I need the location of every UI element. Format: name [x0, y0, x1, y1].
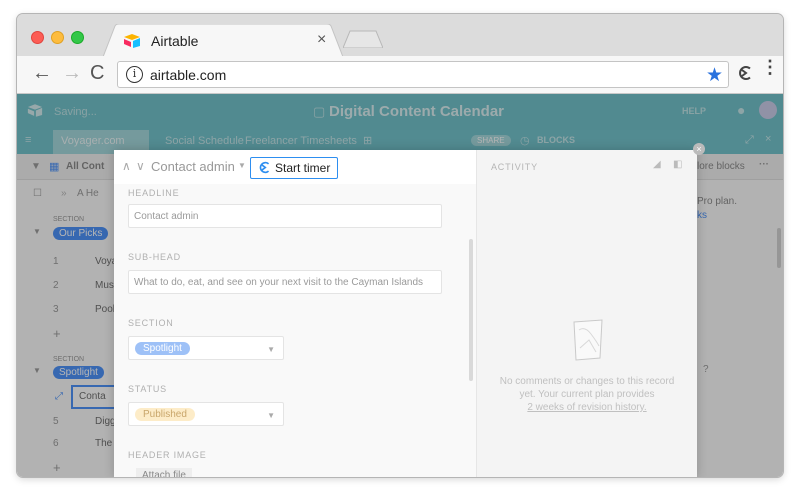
minimize-window-button[interactable]	[51, 31, 64, 44]
tab-close-icon[interactable]: ×	[317, 31, 326, 49]
start-timer-button[interactable]: Start timer	[250, 157, 338, 179]
subhead-label: SUB-HEAD	[128, 252, 181, 262]
new-tab-button[interactable]	[342, 30, 384, 53]
fields-scrollbar[interactable]	[469, 239, 473, 381]
close-window-button[interactable]	[31, 31, 44, 44]
panel-toggle-icon[interactable]: ◧	[673, 159, 682, 170]
status-select[interactable]: Published ▼	[128, 402, 284, 426]
bookmark-star-icon[interactable]: ★	[706, 64, 723, 87]
rss-icon[interactable]: ◢	[653, 159, 661, 170]
site-info-icon[interactable]: i	[126, 66, 143, 83]
activity-title: ACTIVITY	[491, 162, 538, 172]
section-label: SECTION	[128, 318, 174, 328]
empty-line-2: yet. Your current plan provides	[519, 389, 655, 400]
empty-line-1: No comments or changes to this record	[499, 376, 675, 387]
section-select[interactable]: Spotlight ▼	[128, 336, 284, 360]
tab-title: Airtable	[151, 33, 199, 49]
expanded-record-modal: HEADLINE Contact admin SUB-HEAD What to …	[114, 150, 697, 477]
url-text[interactable]: airtable.com	[150, 67, 226, 83]
chevron-down-icon: ▼	[267, 345, 275, 354]
headline-input[interactable]: Contact admin	[128, 204, 442, 228]
airtable-logo-icon	[123, 34, 141, 53]
activity-panel: ACTIVITY ◢ ◧ No comments or changes to t…	[476, 150, 697, 477]
record-name[interactable]: Contact admin	[151, 159, 235, 174]
record-menu-icon[interactable]: ▼	[238, 161, 246, 170]
header-image-label: HEADER IMAGE	[128, 450, 207, 460]
status-tag: Published	[135, 408, 195, 421]
address-bar[interactable]: i airtable.com ★	[117, 61, 729, 88]
section-tag: Spotlight	[135, 342, 190, 355]
back-button[interactable]: ←	[32, 62, 52, 85]
record-header: ∧ ∨ Contact admin ▼ Start timer	[114, 150, 474, 184]
subhead-input[interactable]: What to do, eat, and see on your next vi…	[128, 270, 442, 294]
empty-line-3: 2 weeks of revision history.	[527, 402, 647, 413]
record-fields: HEADLINE Contact admin SUB-HEAD What to …	[114, 184, 476, 477]
headline-label: HEADLINE	[128, 188, 180, 198]
browser-menu-icon[interactable]: ⋮	[761, 58, 779, 76]
title-bar: Airtable ×	[17, 14, 783, 57]
close-modal-icon[interactable]: ×	[693, 143, 705, 155]
browser-toolbar: ← → C i airtable.com ★ ⋮	[17, 56, 783, 94]
browser-window: Airtable × ← → C i airtable.com ★ ⋮ Savi…	[17, 14, 783, 477]
attach-file-button[interactable]: Attach file	[136, 468, 192, 477]
start-timer-label: Start timer	[275, 161, 331, 175]
timer-extension-icon[interactable]	[737, 65, 753, 86]
browser-tab[interactable]: Airtable ×	[103, 24, 343, 57]
chevron-down-icon: ▼	[267, 411, 275, 420]
prev-record-icon[interactable]: ∧	[122, 159, 131, 173]
reload-button[interactable]: C	[90, 62, 104, 85]
next-record-icon[interactable]: ∨	[136, 159, 145, 173]
forward-button[interactable]: →	[62, 62, 82, 85]
activity-empty-message: No comments or changes to this record ye…	[497, 375, 677, 414]
zoom-window-button[interactable]	[71, 31, 84, 44]
status-label: STATUS	[128, 384, 167, 394]
empty-history-icon	[571, 318, 605, 367]
